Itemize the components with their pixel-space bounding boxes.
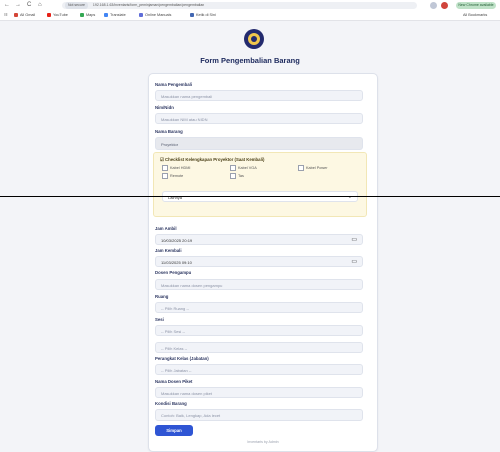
bookmark-item[interactable]: Translate	[104, 12, 126, 19]
label-jam-kembali: Jam Kembali	[155, 248, 182, 253]
bookmark-item[interactable]: Maps	[80, 12, 95, 19]
label-ruang: Ruang	[155, 294, 169, 299]
kondisi-barang-input[interactable]: Contoh: Baik, Lengkap, Ada lecet	[155, 409, 363, 421]
label-perangkat: Perangkat Kelas (Jabatan)	[155, 356, 209, 361]
nama-barang-field: Proyektor	[155, 137, 363, 150]
checkbox-vga[interactable]: Kabel VGA	[230, 165, 257, 171]
page-content: Form Pengembalian Barang Nama Pengembali…	[0, 20, 500, 452]
jam-kembali-input[interactable]: 11/03/2025 09:10 ▭	[155, 256, 363, 267]
bookmark-item[interactable]: Online Manuals	[139, 12, 171, 19]
extension-icon[interactable]	[430, 2, 437, 9]
bookmark-item[interactable]: Ketik di Sini	[190, 12, 216, 19]
dosen-pengampu-input[interactable]: Masukkan nama dosen pengampu	[155, 279, 363, 290]
update-chrome-button[interactable]: New Chrome available	[456, 2, 496, 9]
all-bookmarks[interactable]: All Bookmarks	[463, 12, 487, 19]
perangkat-select[interactable]: -- Pilih Jabatan --	[155, 364, 363, 375]
gmail-icon	[14, 13, 18, 17]
label-dosen-piket: Nama Dosen Piket	[155, 379, 193, 384]
youtube-icon	[47, 13, 51, 17]
checkbox-power[interactable]: Kabel Power	[298, 165, 328, 171]
browser-chrome: ← → C ⌂ Not secure 192.168.1.63/inventar…	[0, 0, 500, 21]
label-nama-pengembali: Nama Pengembali	[155, 82, 193, 87]
checkbox-tas[interactable]: Tas	[230, 173, 244, 179]
profile-avatar[interactable]	[441, 2, 448, 9]
checkbox-hdmi[interactable]: Kabel HDMI	[162, 165, 190, 171]
manuals-icon	[139, 13, 143, 17]
not-secure-badge[interactable]: Not secure	[65, 2, 88, 9]
bookmark-item[interactable]: YouTube	[47, 12, 68, 19]
maps-icon	[80, 13, 84, 17]
label-nim-nidn: Nim/Nidn	[155, 105, 174, 110]
back-icon[interactable]: ←	[4, 2, 10, 9]
return-form: Nama Pengembali Masukkan nama pengembali…	[148, 73, 378, 452]
reload-icon[interactable]: C	[27, 2, 31, 9]
chevron-down-icon: ⌄	[347, 194, 352, 200]
jam-ambil-input[interactable]: 10/03/2025 20:19 ▭	[155, 234, 363, 245]
page-title: Form Pengembalian Barang	[200, 56, 300, 65]
label-sesi: Sesi	[155, 317, 164, 322]
sesi-select[interactable]: -- Pilih Sesi --	[155, 325, 363, 336]
checkbox-remote[interactable]: Remote	[162, 173, 183, 179]
calendar-icon[interactable]: ▭	[351, 235, 357, 244]
university-logo	[244, 29, 264, 49]
browser-toolbar: ← → C ⌂ Not secure 192.168.1.63/inventar…	[0, 0, 500, 11]
translate-icon	[104, 13, 108, 17]
label-nama-barang: Nama Barang	[155, 129, 183, 134]
nama-pengembali-input[interactable]: Masukkan nama pengembali	[155, 90, 363, 101]
forward-icon[interactable]: →	[15, 2, 21, 9]
footer-text: Inventaris by Admin	[247, 440, 279, 444]
submit-button[interactable]: Simpan	[155, 425, 193, 436]
nim-nidn-input[interactable]: Masukkan NIM atau NIDN	[155, 113, 363, 124]
label-dosen-pengampu: Dosen Pengampu	[155, 270, 192, 275]
ruang-select[interactable]: -- Pilih Ruang --	[155, 302, 363, 313]
home-icon[interactable]: ⌂	[38, 2, 42, 9]
divider-line	[0, 196, 500, 197]
checklist-panel: ☑ Checklist Kelengkapan Proyektor (Saat …	[153, 152, 367, 217]
facebook-icon	[190, 13, 194, 17]
address-bar[interactable]: Not secure 192.168.1.63/inventaris/form_…	[62, 2, 417, 9]
bookmark-item[interactable]: All Gmail	[14, 12, 35, 19]
apps-icon[interactable]: ☷	[4, 12, 7, 19]
kelas-select[interactable]: -- Pilih Kelas --	[155, 342, 363, 353]
url-text: 192.168.1.63/inventaris/form_peminjaman/…	[92, 3, 205, 7]
dosen-piket-input[interactable]: Masukkan nama dosen piket	[155, 387, 363, 398]
checklist-title: ☑ Checklist Kelengkapan Proyektor (Saat …	[160, 157, 265, 162]
calendar-icon[interactable]: ▭	[351, 257, 357, 266]
label-kondisi-barang: Kondisi Barang	[155, 401, 187, 406]
bookmarks-bar: ☷ All Gmail YouTube Maps Translate Onlin…	[0, 11, 500, 20]
label-jam-ambil: Jam Ambil	[155, 226, 177, 231]
